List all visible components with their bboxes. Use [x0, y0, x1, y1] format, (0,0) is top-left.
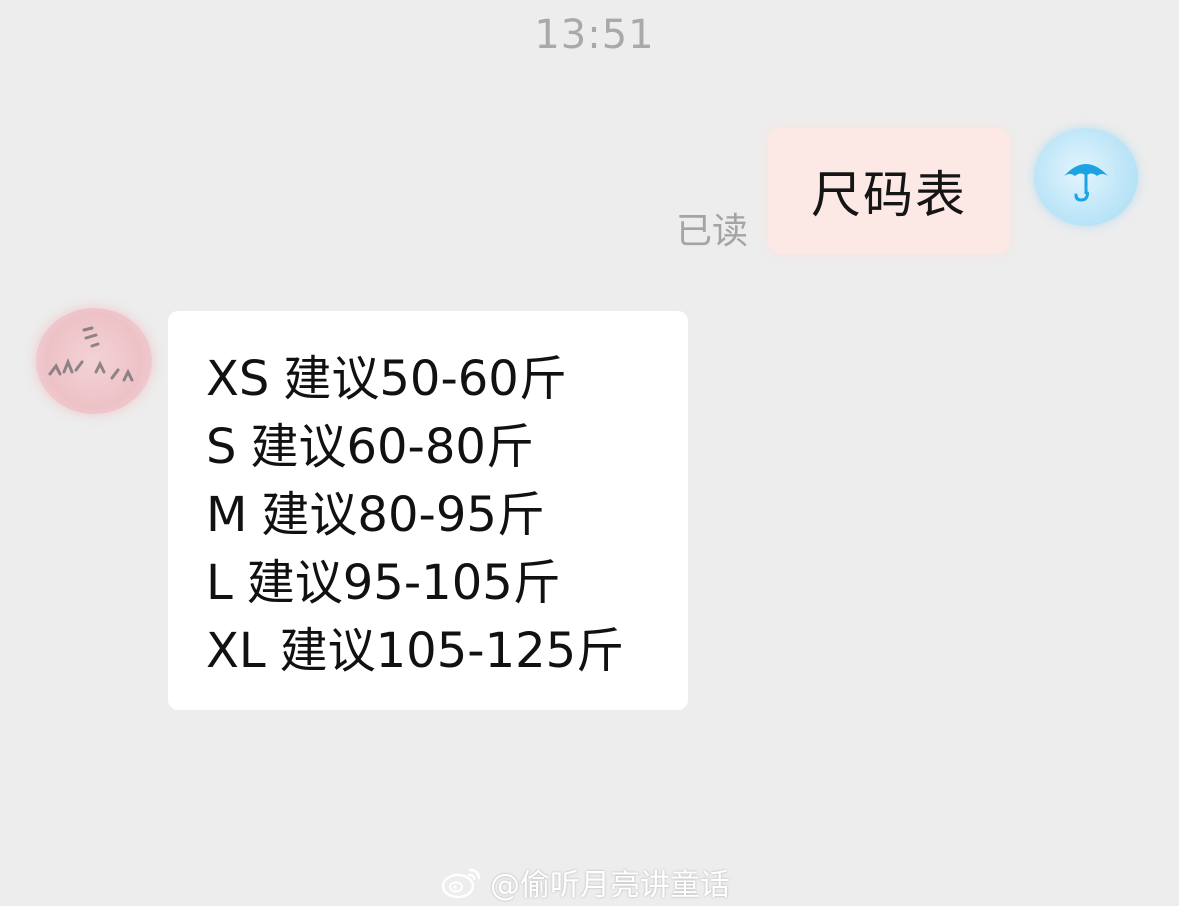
- watermark-text: @偷听月亮讲童话: [490, 868, 730, 903]
- contact-avatar[interactable]: [36, 308, 152, 414]
- outgoing-message-text: 尺码表: [811, 166, 967, 224]
- size-chart-list: XS 建议50-60斤 S 建议60-80斤 M 建议80-95斤 L 建议95-105…: [206, 345, 624, 685]
- size-row-xs: XS 建议50-60斤: [206, 345, 624, 413]
- size-weight: 建议80-95斤: [261, 487, 545, 543]
- size-weight: 建议95-105斤: [246, 555, 561, 611]
- size-weight: 建议50-60斤: [283, 351, 567, 407]
- outgoing-message-bubble[interactable]: 尺码表: [768, 128, 1010, 254]
- size-row-m: M 建议80-95斤: [206, 481, 624, 549]
- read-status: 已读: [676, 211, 749, 252]
- message-timestamp: 13:51: [534, 12, 655, 58]
- size-weight: 建议60-80斤: [250, 419, 534, 475]
- size-weight: 建议105-125斤: [279, 623, 625, 679]
- size-row-s: S 建议60-80斤: [206, 413, 624, 481]
- my-avatar[interactable]: [1034, 128, 1138, 226]
- size-code: XL: [206, 623, 266, 679]
- size-row-l: L 建议95-105斤: [206, 549, 624, 617]
- avatar-image: [48, 326, 134, 382]
- size-row-xl: XL 建议105-125斤: [206, 617, 624, 685]
- weibo-logo-icon: [441, 868, 481, 899]
- incoming-message-bubble[interactable]: XS 建议50-60斤 S 建议60-80斤 M 建议80-95斤 L 建议95-105…: [168, 311, 688, 710]
- size-code: S: [206, 419, 237, 475]
- size-code: L: [206, 555, 233, 611]
- umbrella-icon: [1064, 164, 1108, 202]
- size-code: XS: [206, 351, 270, 407]
- size-code: M: [206, 487, 248, 543]
- watermark: @偷听月亮讲童话: [440, 860, 730, 904]
